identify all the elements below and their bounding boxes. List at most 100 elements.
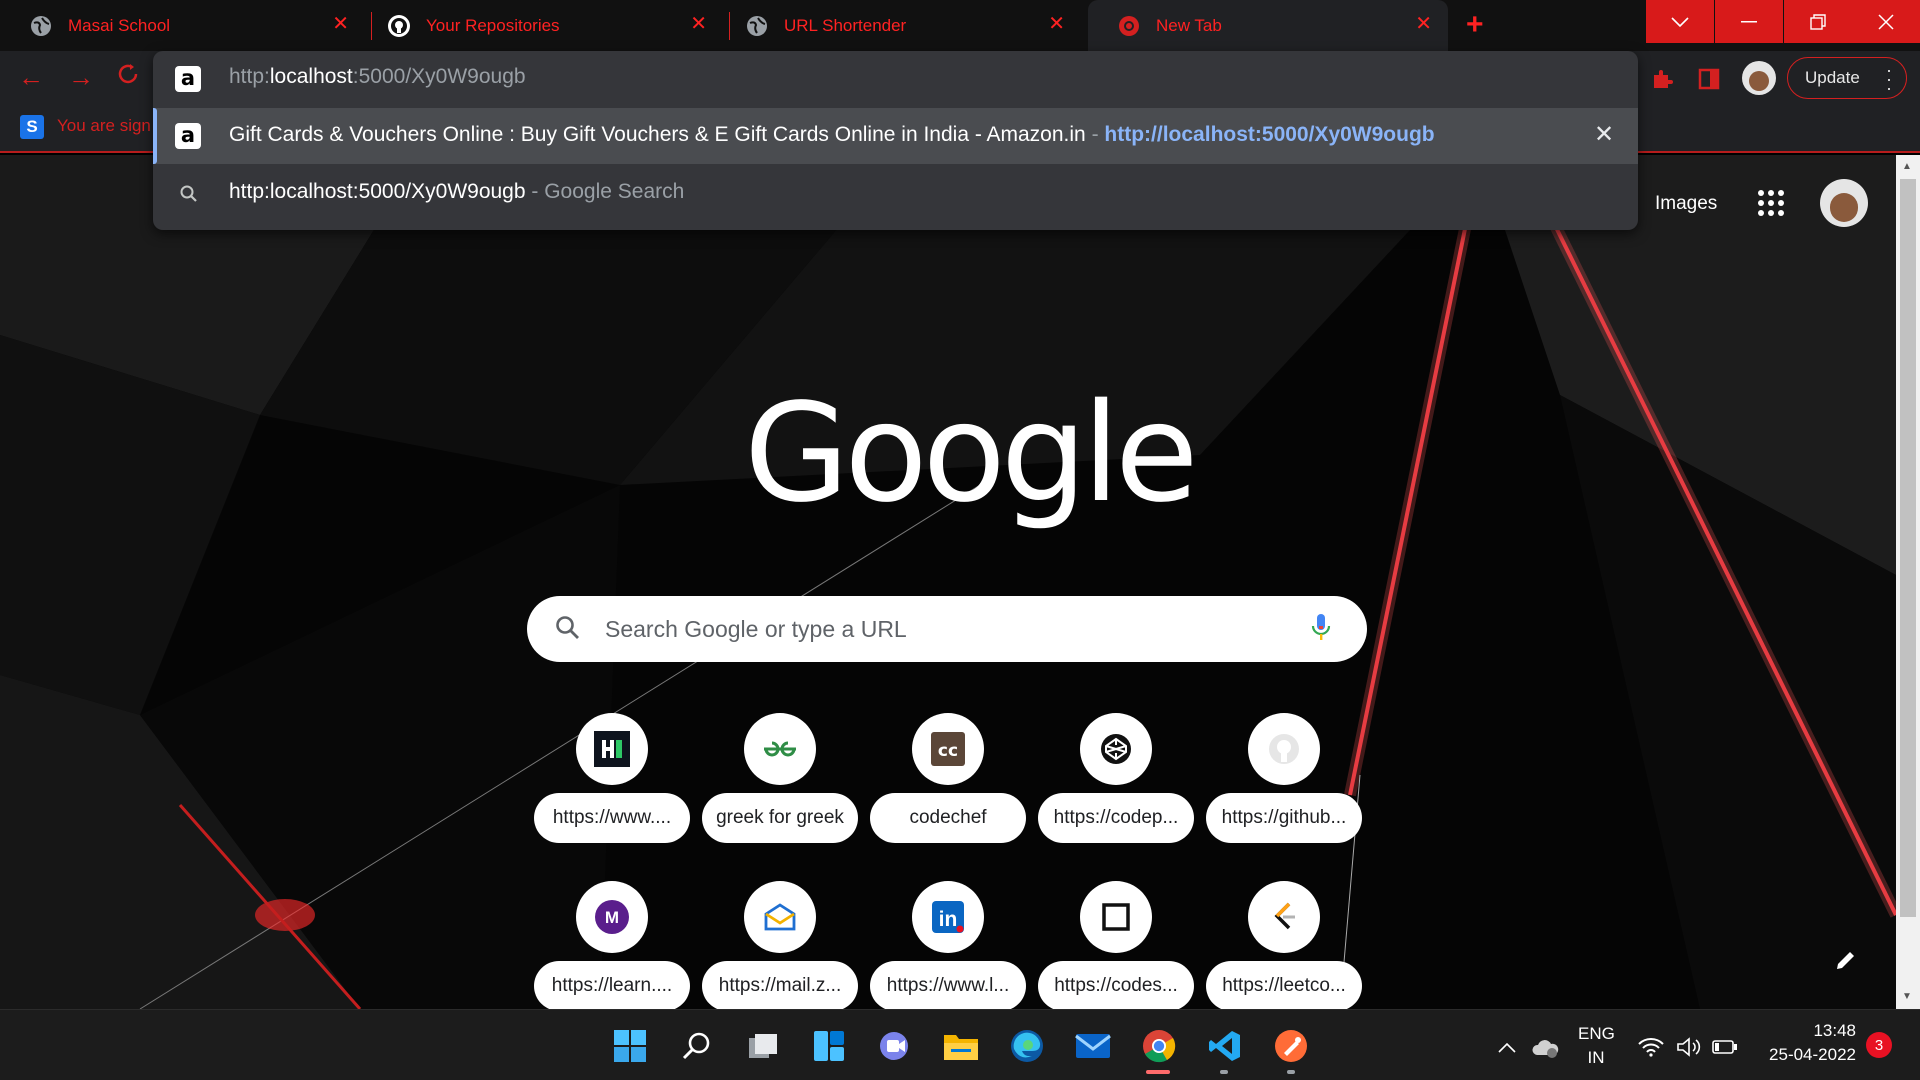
chat-icon bbox=[880, 1032, 908, 1060]
update-label: Update bbox=[1805, 68, 1860, 87]
vscode-button[interactable] bbox=[1205, 1026, 1245, 1066]
new-tab-button[interactable]: + bbox=[1466, 8, 1484, 42]
active-app-indicator bbox=[1146, 1070, 1170, 1074]
taskbar-search-button[interactable] bbox=[677, 1026, 717, 1066]
github-icon bbox=[1248, 713, 1320, 785]
shortcut-label: https://www.l... bbox=[870, 961, 1026, 1011]
postman-button[interactable] bbox=[1271, 1026, 1311, 1066]
close-tab-icon[interactable]: ✕ bbox=[690, 14, 707, 34]
tab-search-button[interactable] bbox=[1646, 0, 1714, 43]
shortcut-tile[interactable]: cc codechef bbox=[870, 713, 1026, 863]
search-input[interactable] bbox=[605, 610, 1285, 648]
chrome-icon bbox=[1143, 1030, 1176, 1063]
edge-button[interactable] bbox=[1007, 1026, 1047, 1066]
speaker-icon bbox=[1677, 1037, 1701, 1057]
shortcut-tile[interactable]: greek for greek bbox=[702, 713, 858, 863]
restore-button[interactable] bbox=[1784, 0, 1852, 43]
suggestion-text: http:localhost:5000/Xy0W9ougb - Google S… bbox=[229, 180, 685, 203]
omnibox-input[interactable]: http:localhost:5000/Xy0W9ougb bbox=[229, 65, 526, 89]
scroll-down-icon[interactable]: ▼ bbox=[1902, 991, 1912, 1002]
forward-button[interactable]: → bbox=[68, 62, 94, 92]
page-scrollbar[interactable]: ▲ ▼ bbox=[1896, 155, 1920, 1009]
running-app-indicator bbox=[1220, 1070, 1228, 1074]
profile-avatar[interactable] bbox=[1742, 61, 1776, 95]
omnibox-suggestion-history[interactable]: a Gift Cards & Vouchers Online : Buy Gif… bbox=[153, 108, 1638, 164]
globe-icon bbox=[30, 15, 52, 37]
omnibox-suggestion-search[interactable]: http:localhost:5000/Xy0W9ougb - Google S… bbox=[153, 165, 1638, 221]
mail-icon bbox=[1075, 1034, 1111, 1058]
mail-button[interactable] bbox=[1073, 1026, 1113, 1066]
omnibox-dropdown: a http:localhost:5000/Xy0W9ougb a Gift C… bbox=[153, 51, 1638, 230]
tab-masai-school[interactable]: Masai School ✕ bbox=[0, 0, 365, 51]
clock[interactable]: 13:48 25-04-2022 bbox=[1754, 1021, 1856, 1065]
shortcut-tile[interactable]: https://github... bbox=[1206, 713, 1362, 863]
task-view-icon bbox=[749, 1034, 777, 1058]
teams-chat-button[interactable] bbox=[875, 1026, 915, 1066]
side-panel-icon bbox=[1698, 68, 1720, 90]
kebab-menu-icon[interactable]: · · · bbox=[1886, 61, 1892, 97]
back-button[interactable]: ← bbox=[18, 62, 44, 92]
reading-list-button[interactable] bbox=[1695, 65, 1723, 93]
language-indicator[interactable]: ENG IN bbox=[1578, 1024, 1615, 1068]
chevron-down-icon bbox=[1671, 16, 1689, 27]
tab-your-repositories[interactable]: Your Repositories ✕ bbox=[358, 0, 723, 51]
google-account-avatar[interactable] bbox=[1820, 179, 1868, 227]
chrome-taskbar-button[interactable] bbox=[1139, 1026, 1179, 1066]
chrome-icon bbox=[1118, 15, 1140, 37]
close-tab-icon[interactable]: ✕ bbox=[1048, 14, 1065, 34]
codesandbox-icon bbox=[1080, 881, 1152, 953]
scrollbar-thumb[interactable] bbox=[1900, 179, 1916, 917]
omnibox-input-row[interactable]: a http:localhost:5000/Xy0W9ougb bbox=[153, 51, 1638, 107]
images-link[interactable]: Images bbox=[1655, 193, 1717, 215]
masai-icon: M bbox=[576, 881, 648, 953]
minimize-button[interactable] bbox=[1715, 0, 1783, 43]
close-tab-icon[interactable]: ✕ bbox=[1415, 14, 1432, 34]
task-view-button[interactable] bbox=[743, 1026, 783, 1066]
shortcut-label: https://codep... bbox=[1038, 793, 1194, 843]
clock-date: 25-04-2022 bbox=[1769, 1045, 1856, 1064]
windows-logo-icon bbox=[614, 1030, 646, 1062]
microphone-icon[interactable] bbox=[1311, 613, 1331, 643]
amazon-icon: a bbox=[175, 123, 201, 149]
ntp-search-box[interactable] bbox=[527, 596, 1367, 662]
tab-url-shortender[interactable]: URL Shortender ✕ bbox=[716, 0, 1081, 51]
scroll-up-icon[interactable]: ▲ bbox=[1902, 161, 1912, 172]
puzzle-icon bbox=[1654, 70, 1673, 88]
codechef-icon: cc bbox=[912, 713, 984, 785]
battery-button[interactable] bbox=[1710, 1033, 1740, 1061]
tab-title: Your Repositories bbox=[426, 15, 560, 35]
volume-button[interactable] bbox=[1674, 1033, 1704, 1061]
shortcut-label: https://mail.z... bbox=[702, 961, 858, 1011]
search-query: http:localhost:5000/Xy0W9ougb bbox=[229, 180, 526, 203]
bookmark-item[interactable]: You are sign bbox=[57, 116, 151, 136]
search-provider: Google Search bbox=[544, 180, 685, 203]
notification-badge[interactable]: 3 bbox=[1866, 1032, 1892, 1058]
close-window-button[interactable] bbox=[1852, 0, 1920, 43]
reload-button[interactable] bbox=[116, 62, 140, 92]
remove-suggestion-icon[interactable]: ✕ bbox=[1594, 120, 1614, 149]
onedrive-button[interactable] bbox=[1530, 1034, 1560, 1062]
start-button[interactable] bbox=[610, 1026, 650, 1066]
url-host: localhost bbox=[269, 65, 353, 88]
shortcut-tile[interactable]: https://codep... bbox=[1038, 713, 1194, 863]
google-logo: Google bbox=[744, 375, 1199, 533]
amazon-icon: a bbox=[175, 66, 201, 92]
extensions-button[interactable] bbox=[1648, 65, 1676, 93]
pencil-icon bbox=[1837, 952, 1854, 969]
shortcut-tile[interactable]: https://www.... bbox=[534, 713, 690, 863]
file-explorer-button[interactable] bbox=[941, 1026, 981, 1066]
wifi-button[interactable] bbox=[1636, 1033, 1666, 1061]
s-icon: S bbox=[20, 115, 44, 139]
tab-new-tab[interactable]: New Tab ✕ bbox=[1088, 0, 1448, 51]
widgets-button[interactable] bbox=[809, 1026, 849, 1066]
folder-icon bbox=[944, 1035, 978, 1060]
close-tab-icon[interactable]: ✕ bbox=[332, 14, 349, 34]
update-button[interactable]: Update · · · bbox=[1787, 57, 1907, 99]
customize-button[interactable] bbox=[1834, 948, 1858, 977]
suggestion-title: Gift Cards & Vouchers Online : Buy Gift … bbox=[229, 123, 1086, 146]
svg-text:cc: cc bbox=[938, 741, 958, 761]
show-hidden-icons-button[interactable] bbox=[1495, 1036, 1519, 1060]
restore-icon bbox=[1810, 13, 1826, 30]
google-apps-icon[interactable] bbox=[1758, 190, 1784, 216]
clock-time: 13:48 bbox=[1813, 1021, 1856, 1040]
